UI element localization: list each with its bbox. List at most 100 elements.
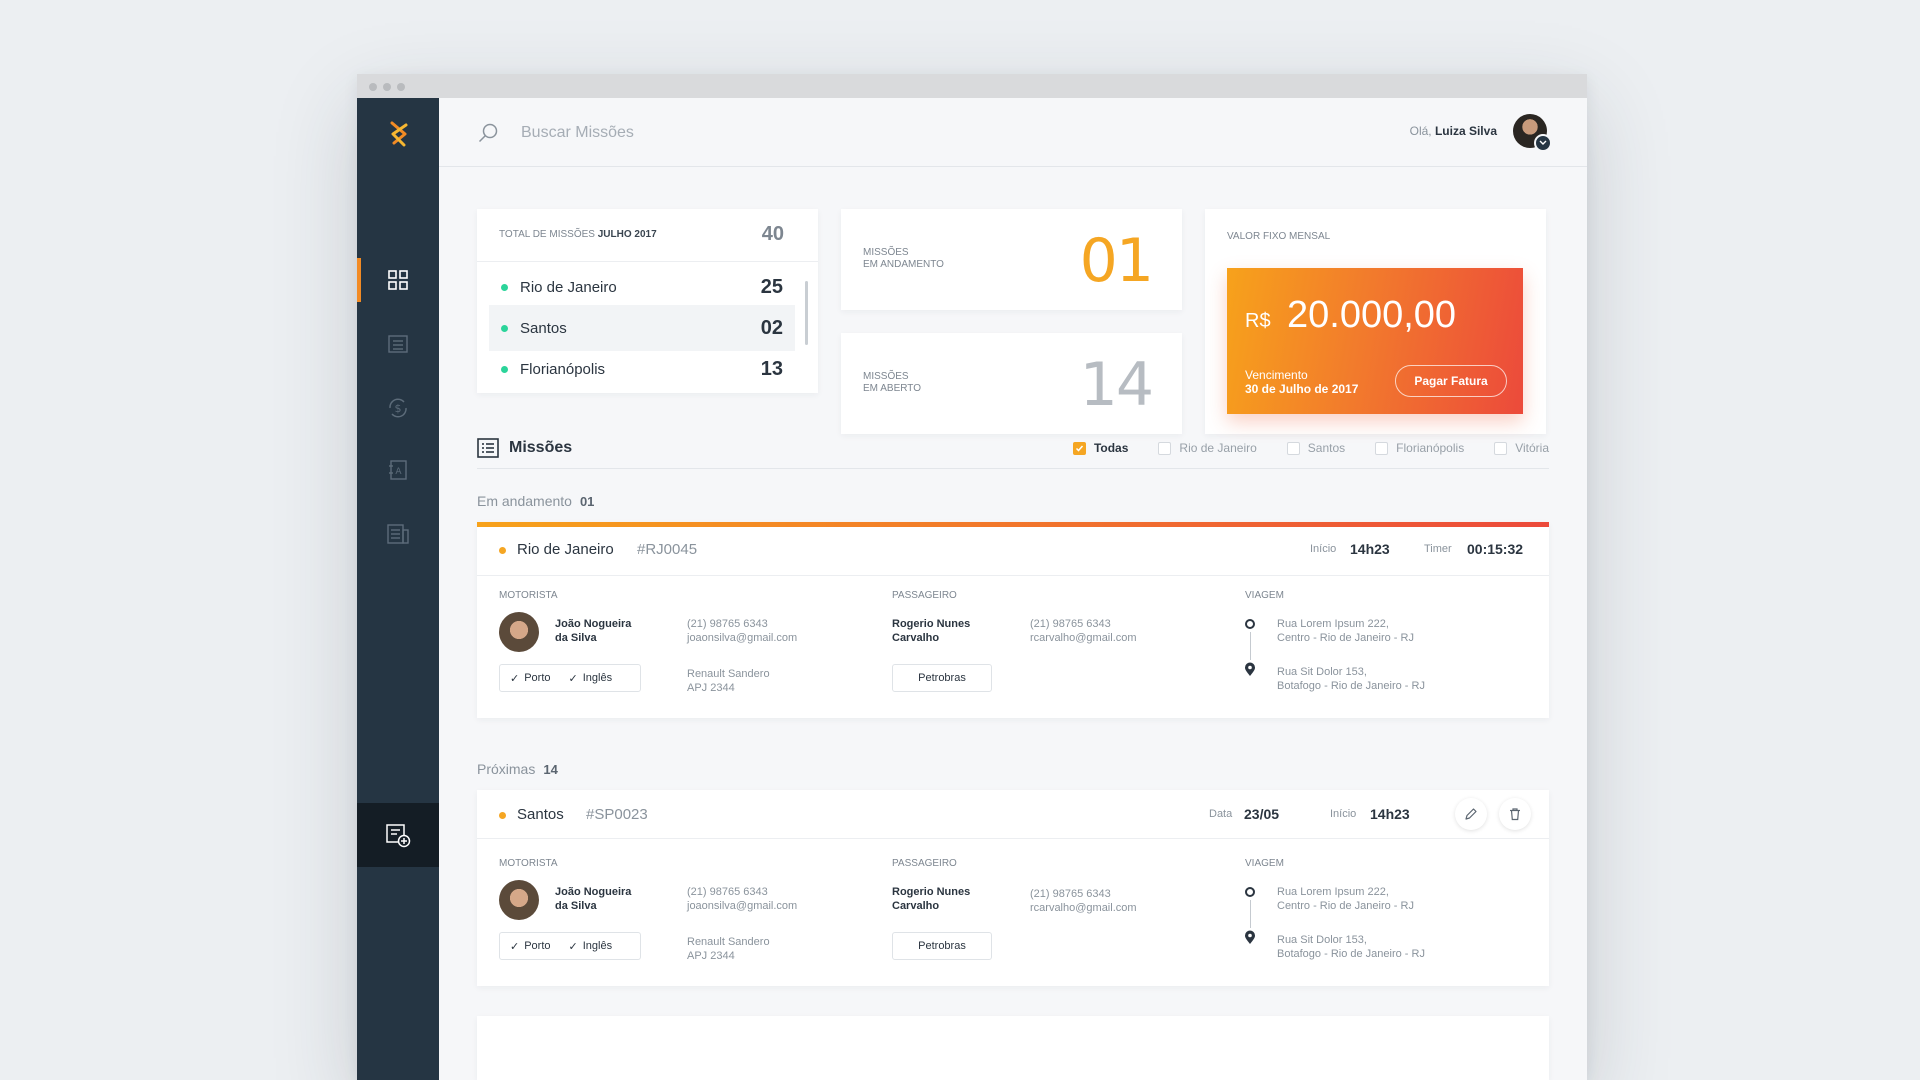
driver-email: joaonsilva@gmail.com: [687, 632, 798, 644]
driver-name-line2: da Silva: [555, 900, 597, 912]
passenger-company: Petrobras: [892, 664, 992, 692]
filter-label: Rio de Janeiro: [1179, 441, 1257, 455]
search-input[interactable]: [519, 120, 823, 146]
dashboard-grid-icon: [388, 270, 408, 290]
city-filters: Todas Rio de Janeiro Santos Florianópoli…: [1043, 441, 1549, 455]
nav-add-mission[interactable]: [357, 803, 439, 867]
divider: [477, 261, 818, 262]
missions-title: Missões: [509, 439, 573, 456]
nav-list[interactable]: [357, 322, 439, 366]
total-period: JULHO 2017: [597, 229, 657, 240]
start-label: Início: [1330, 808, 1357, 820]
status-dot: [499, 812, 506, 819]
passenger-company: Petrobras: [892, 932, 992, 960]
tag: ✓ Inglês: [569, 672, 613, 685]
browser-window: $ A Buscar Missões Olá, Luiza Silva TOTA…: [357, 74, 1587, 1080]
list-icon: [388, 335, 408, 353]
fee-value: 20.000,00: [1287, 294, 1457, 336]
trip-column-label: VIAGEM: [1245, 858, 1284, 869]
mission-city: Rio de Janeiro: [517, 541, 614, 558]
status-dot: [501, 365, 508, 373]
origin-circle-icon: [1245, 887, 1255, 897]
passenger-column-label: PASSAGEIRO: [892, 590, 957, 601]
filter-all[interactable]: Todas: [1072, 441, 1128, 455]
vehicle-model: Renault Sandero: [687, 668, 770, 680]
delete-button[interactable]: [1499, 798, 1531, 830]
nav-dashboard[interactable]: [357, 258, 439, 302]
route-line: [1250, 632, 1251, 660]
checkbox[interactable]: [1494, 441, 1508, 455]
driver-tags: ✓ Porto ✓ Inglês: [499, 664, 641, 692]
app-logo-icon[interactable]: [381, 116, 417, 152]
user-greeting: Olá, Luiza Silva: [1410, 124, 1497, 138]
tag: ✓ Porto: [510, 672, 551, 685]
window-dot: [397, 83, 405, 91]
destination-address: Rua Sit Dolor 153, Botafogo - Rio de Jan…: [1277, 933, 1477, 961]
date-label: Data: [1209, 808, 1233, 820]
scrollbar[interactable]: [805, 281, 808, 345]
filter-vitoria[interactable]: Vitória: [1494, 441, 1549, 455]
top-bar: Olá, Luiza Silva: [439, 98, 1587, 167]
total-missions-label: TOTAL DE MISSÕES JULHO 2017: [499, 229, 657, 240]
divider: [477, 468, 1549, 469]
open-missions-card: MISSÕES EM ABERTO 14: [841, 333, 1182, 434]
nav-finance[interactable]: $: [357, 386, 439, 430]
passenger-phone: (21) 98765 6343: [1030, 888, 1111, 900]
driver-phone: (21) 98765 6343: [687, 886, 768, 898]
origin-circle-icon: [1245, 619, 1255, 629]
window-dot: [383, 83, 391, 91]
driver-column-label: MOTORISTA: [499, 858, 558, 869]
tag-label: Porto: [524, 672, 551, 684]
origin-address: Rua Lorem Ipsum 222, Centro - Rio de Jan…: [1277, 885, 1477, 913]
currency: R$: [1245, 310, 1271, 332]
city-name: Florianópolis: [520, 360, 606, 378]
filter-florianopolis[interactable]: Florianópolis: [1375, 441, 1464, 455]
date-value: 23/05: [1244, 806, 1280, 822]
search-icon[interactable]: [477, 122, 499, 144]
status-dot: [501, 324, 508, 332]
passenger-contact: (21) 98765 6343 rcarvalho@gmail.com: [1030, 887, 1137, 915]
mission-card[interactable]: Santos #SP0023 Data 23/05 Início 14h23 M…: [477, 790, 1549, 986]
window-titlebar: [357, 74, 1587, 98]
city-row[interactable]: Florianópolis 13: [489, 346, 795, 392]
start-value: 14h23: [1370, 806, 1410, 822]
mission-header: Rio de Janeiro #RJ0045 Início 14h23 Time…: [477, 527, 1549, 576]
nav-contacts[interactable]: A: [357, 448, 439, 492]
checkbox[interactable]: [1158, 441, 1172, 455]
edit-button[interactable]: [1455, 798, 1487, 830]
list-icon: [477, 438, 499, 458]
invoice-panel: R$ 20.000,00 Vencimento 30 de Julho de 2…: [1227, 268, 1523, 414]
passenger-name-line1: Rogerio Nunes: [892, 886, 971, 898]
report-icon: [387, 524, 409, 544]
mission-header: Santos #SP0023 Data 23/05 Início 14h23: [477, 790, 1549, 839]
passenger-phone: (21) 98765 6343: [1030, 618, 1111, 630]
check-icon: ✓: [568, 940, 578, 953]
city-row[interactable]: Rio de Janeiro 25: [489, 264, 795, 310]
driver-email: joaonsilva@gmail.com: [687, 900, 798, 912]
mission-card[interactable]: Rio de Janeiro #RJ0045 Início 14h23 Time…: [477, 522, 1549, 718]
mission-card[interactable]: [477, 1016, 1549, 1080]
tag: ✓ Porto: [510, 940, 551, 953]
city-row[interactable]: Santos 02: [489, 305, 795, 351]
in-progress-value: 01: [1079, 226, 1154, 296]
open-label: MISSÕES EM ABERTO: [863, 371, 921, 395]
checkbox[interactable]: [1286, 441, 1300, 455]
in-progress-label-line2: EM ANDAMENTO: [863, 259, 944, 270]
destination-address: Rua Sit Dolor 153, Botafogo - Rio de Jan…: [1277, 665, 1477, 693]
pay-invoice-button[interactable]: Pagar Fatura: [1395, 365, 1507, 397]
tag-label: Inglês: [582, 672, 613, 684]
driver-name-line1: João Nogueira: [555, 886, 632, 898]
total-missions-count: 40: [761, 223, 784, 245]
start-label: Início: [1310, 543, 1337, 555]
filter-santos[interactable]: Santos: [1286, 441, 1345, 455]
group-label-text: Em andamento: [477, 493, 572, 509]
checkbox[interactable]: [1375, 441, 1389, 455]
filter-rio[interactable]: Rio de Janeiro: [1158, 441, 1257, 455]
nav-reports[interactable]: [357, 512, 439, 556]
passenger-email: rcarvalho@gmail.com: [1030, 902, 1137, 914]
user-name: Luiza Silva: [1434, 124, 1497, 138]
chevron-down-icon[interactable]: [1534, 134, 1552, 152]
driver-contact: (21) 98765 6343 joaonsilva@gmail.com: [687, 617, 797, 645]
checkbox-checked-icon[interactable]: [1072, 441, 1086, 455]
in-progress-label: MISSÕES EM ANDAMENTO: [863, 247, 944, 271]
